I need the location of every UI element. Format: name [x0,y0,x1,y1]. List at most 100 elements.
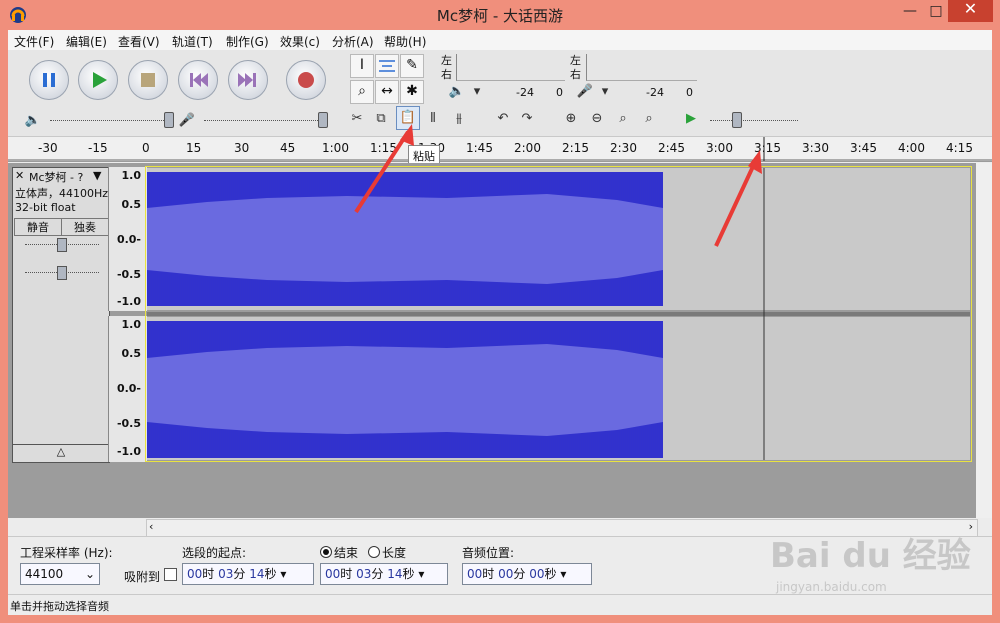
track-info-1: 立体声，44100Hz [15,187,109,200]
menu-effect[interactable]: 效果(c) [280,33,320,50]
paste-icon[interactable]: 📋 [396,106,420,130]
ruler-tick: 15 [186,141,202,155]
ruler-tick: 4:00 [898,141,925,155]
ruler-tick: -30 [38,141,58,155]
time-unit: 分 [233,567,246,581]
time-unit: 分 [371,567,384,581]
time-part: 00 [325,567,341,581]
menu-analyze[interactable]: 分析(A) [332,33,374,50]
scroll-left-icon[interactable]: ‹ [149,520,153,533]
meter-db-1: -24 [516,86,534,99]
play-button[interactable] [78,60,118,100]
output-volume-slider[interactable] [50,120,168,121]
speed-thumb[interactable] [732,112,742,128]
record-meter[interactable] [586,54,697,81]
time-part: 03 [356,567,372,581]
speed-slider[interactable] [710,120,798,121]
record-button[interactable] [286,60,326,100]
skip-start-button[interactable] [178,60,218,100]
zoom-out-icon[interactable]: ⊖ [586,108,608,130]
time-unit: 秒 [402,567,415,581]
status-text: 单击并拖动选择音频 [10,600,109,613]
input-volume-thumb[interactable] [318,112,328,128]
timeline-ruler[interactable]: -30 -15 0 15 30 45 1:00 1:15 1:30 1:45 2… [8,137,992,162]
play-at-speed-icon[interactable]: ▶ [680,108,702,130]
length-radio[interactable] [368,546,380,558]
meter-db-2: 0 [556,86,563,99]
ruler-tick: 0 [142,141,150,155]
playback-meter[interactable] [456,54,565,81]
chevron-down-icon: ▾ [560,567,567,581]
menu-view[interactable]: 查看(V) [118,33,160,50]
collapse-track-icon[interactable]: △ [13,444,109,461]
track-control-panel[interactable]: ✕ Mc梦柯 - ? ▼ 立体声，44100Hz 32-bit float 静音… [12,167,110,463]
minimize-button[interactable]: — [900,2,920,22]
audio-position-field[interactable]: 00时 00分 00秒 ▾ [462,563,592,585]
status-bar: 单击并拖动选择音频 [8,594,992,615]
time-unit: 秒 [544,567,557,581]
ruler-tick: 3:30 [802,141,829,155]
time-part: 14 [387,567,403,581]
output-volume-thumb[interactable] [164,112,174,128]
cut-icon[interactable]: ✂ [346,108,368,130]
time-part: 00 [498,567,514,581]
pan-thumb[interactable] [57,266,67,280]
track-menu-chevron-icon[interactable]: ▼ [93,169,101,182]
multi-tool-icon[interactable]: ✱ [400,80,424,104]
redo-icon[interactable]: ↷ [516,108,538,130]
envelope-tool-icon[interactable] [375,54,399,78]
copy-icon[interactable]: ⧉ [370,108,392,130]
menu-tracks[interactable]: 轨道(T) [172,33,213,50]
microphone-icon: 🎤 [576,84,594,99]
fit-project-icon[interactable]: ⌕ [638,108,660,130]
chevron-down-icon: ⌄ [84,567,95,581]
selection-end-field[interactable]: 00时 03分 14秒 ▾ [320,563,448,585]
timeshift-tool-icon[interactable]: ↔ [375,80,399,104]
zoom-tool-icon[interactable]: ⌕ [350,80,374,104]
rate-value: 44100 [25,567,64,581]
ruler-tick: 3:45 [850,141,877,155]
ruler-tick: 3:00 [706,141,733,155]
trim-icon[interactable]: ⫴ [422,108,444,130]
chevron-down-icon[interactable]: ▾ [594,81,616,103]
ruler-tick: 1:15 [370,141,397,155]
track-name[interactable]: Mc梦柯 - ? [29,169,83,185]
menu-file[interactable]: 文件(F) [14,33,54,50]
zoom-in-icon[interactable]: ⊕ [560,108,582,130]
mute-button[interactable]: 静音 [14,218,62,236]
close-track-icon[interactable]: ✕ [15,169,24,182]
end-radio[interactable] [320,546,332,558]
solo-button[interactable]: 独奏 [61,218,109,236]
time-unit: 时 [202,567,215,581]
input-volume-slider[interactable] [204,120,322,121]
axis-label: -1.0 [116,295,141,308]
rate-select[interactable]: 44100 ⌄ [20,563,100,585]
silence-icon[interactable]: ⫵ [448,108,470,130]
menu-edit[interactable]: 编辑(E) [66,33,107,50]
fit-selection-icon[interactable]: ⌕ [612,108,634,130]
draw-tool-icon[interactable]: ✎ [400,54,424,78]
chevron-down-icon[interactable]: ▾ [466,81,488,103]
undo-icon[interactable]: ↶ [492,108,514,130]
vertical-scrollbar[interactable] [976,163,992,518]
skip-end-button[interactable] [228,60,268,100]
window-title: Mc梦柯 - 大话西游 [436,7,564,25]
selection-start-field[interactable]: 00时 03分 14秒 ▾ [182,563,314,585]
gain-thumb[interactable] [57,238,67,252]
axis-label: 1.0 [121,318,142,331]
close-button[interactable]: ✕ [948,0,993,22]
output-volume-icon: 🔈 [24,113,42,128]
snap-checkbox[interactable] [164,568,177,581]
maximize-button[interactable]: □ [926,2,946,22]
meter-right-label-2: 右 [570,68,581,81]
menu-help[interactable]: 帮助(H) [384,33,426,50]
meter-db-4: 0 [686,86,693,99]
time-part: 00 [187,567,203,581]
ruler-tick: 2:45 [658,141,685,155]
axis-label: -0.5 [116,417,141,430]
selection-tool-icon[interactable]: I [350,54,374,78]
speaker-icon: 🔈 [448,84,466,99]
stop-button[interactable] [128,60,168,100]
pause-button[interactable] [29,60,69,100]
menu-generate[interactable]: 制作(G) [226,33,269,50]
